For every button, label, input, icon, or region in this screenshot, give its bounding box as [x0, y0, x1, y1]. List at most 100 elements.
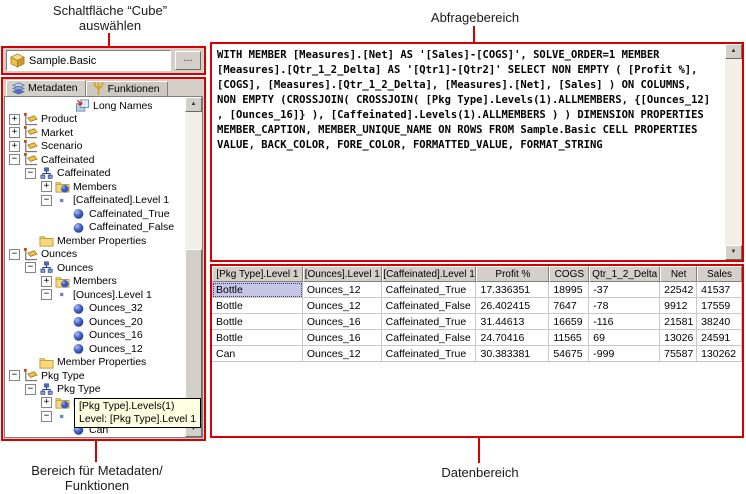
collapse-toggle-icon[interactable]: − — [41, 410, 52, 422]
mdx-query-text[interactable]: WITH MEMBER [Measures].[Net] AS '[Sales]… — [217, 48, 722, 258]
tree-item[interactable]: − Pkg Type — [5, 383, 185, 397]
table-cell[interactable]: 11565 — [549, 330, 590, 346]
table-cell[interactable]: 17.336351 — [476, 282, 550, 298]
tab-metadaten[interactable]: Metadaten — [6, 80, 86, 96]
table-cell[interactable]: 30.383381 — [476, 346, 550, 362]
scroll-down-icon[interactable]: ▼ — [725, 245, 742, 260]
table-cell[interactable]: 69 — [589, 330, 661, 346]
collapse-toggle-icon[interactable]: − — [41, 194, 52, 206]
expand-toggle-icon[interactable]: + — [41, 181, 52, 193]
table-cell[interactable]: 13026 — [660, 330, 698, 346]
table-cell[interactable]: Caffeinated_False — [381, 298, 477, 314]
collapse-toggle-icon[interactable]: − — [25, 262, 36, 274]
table-cell[interactable]: 17559 — [697, 298, 742, 314]
tree-item[interactable]: Ounces_20 — [5, 315, 185, 329]
table-cell[interactable]: 54675 — [549, 346, 590, 362]
tree-item[interactable]: + Market — [5, 126, 185, 140]
table-cell[interactable]: 130262 — [697, 346, 742, 362]
table-cell[interactable]: 41537 — [697, 282, 742, 298]
collapse-toggle-icon[interactable]: − — [41, 289, 52, 301]
table-cell[interactable]: Ounces_12 — [302, 282, 382, 298]
collapse-toggle-icon[interactable]: − — [25, 383, 36, 395]
table-cell[interactable]: Can — [212, 346, 303, 362]
collapse-toggle-icon[interactable]: − — [9, 370, 20, 382]
table-cell[interactable]: Bottle — [212, 282, 303, 298]
table-cell[interactable]: Caffeinated_False — [381, 330, 477, 346]
collapse-toggle-icon[interactable]: − — [9, 248, 20, 260]
table-cell[interactable]: Caffeinated_True — [381, 282, 477, 298]
tree-item[interactable]: Ounces_12 — [5, 342, 185, 356]
tree-item[interactable]: + Members — [5, 180, 185, 194]
table-cell[interactable]: Bottle — [212, 298, 303, 314]
tree-item[interactable]: Long Names — [5, 99, 185, 113]
tree-item-label: Member Properties — [57, 234, 147, 247]
table-cell[interactable]: 26.402415 — [476, 298, 550, 314]
table-cell[interactable]: -78 — [589, 298, 661, 314]
table-cell[interactable]: 24591 — [697, 330, 742, 346]
tree-item[interactable]: Ounces_32 — [5, 302, 185, 316]
tree-item[interactable]: Caffeinated_True — [5, 207, 185, 221]
table-cell[interactable]: -999 — [589, 346, 661, 362]
column-header[interactable]: [Ounces].Level 1 — [302, 266, 382, 282]
table-cell[interactable]: Bottle — [212, 330, 303, 346]
tree-item[interactable]: − Ounces — [5, 247, 185, 262]
table-cell[interactable]: 16659 — [549, 314, 590, 330]
table-cell[interactable]: 38240 — [697, 314, 742, 330]
expand-toggle-icon[interactable]: + — [9, 113, 20, 125]
collapse-toggle-icon[interactable]: − — [9, 154, 20, 166]
cube-browse-button[interactable]: ... — [175, 51, 201, 70]
column-header[interactable]: Net — [660, 266, 698, 282]
tree-item[interactable]: − Caffeinated — [5, 167, 185, 181]
table-cell[interactable]: Ounces_12 — [302, 298, 382, 314]
collapse-toggle-icon[interactable]: − — [25, 167, 36, 179]
table-cell[interactable]: 31.44613 — [476, 314, 550, 330]
table-cell[interactable]: 24.70416 — [476, 330, 550, 346]
table-cell[interactable]: 9912 — [660, 298, 698, 314]
column-header[interactable]: COGS — [549, 266, 590, 282]
expand-toggle-icon[interactable]: + — [9, 140, 20, 152]
tree-item[interactable]: − Ounces — [5, 261, 185, 275]
tree-item[interactable]: Ounces_16 — [5, 329, 185, 343]
tree-item[interactable]: Caffeinated_False — [5, 221, 185, 235]
table-cell[interactable]: Ounces_16 — [302, 314, 382, 330]
table-cell[interactable]: Caffeinated_True — [381, 314, 477, 330]
tab-funktionen[interactable]: Funktionen — [85, 81, 168, 96]
query-scrollbar[interactable]: ▲ ▼ — [725, 44, 742, 260]
tree-item-label: Long Names — [93, 99, 153, 112]
scroll-up-icon[interactable]: ▲ — [725, 44, 742, 59]
tree-item-label: Ounces — [57, 261, 94, 274]
tree-scrollbar[interactable]: ▲ ▼ — [185, 97, 202, 437]
tree-item[interactable]: Member Properties — [5, 356, 185, 370]
scroll-up-icon[interactable]: ▲ — [185, 97, 202, 112]
column-header[interactable]: [Pkg Type].Level 1 — [212, 266, 303, 282]
column-header[interactable]: Profit % — [476, 266, 550, 282]
table-cell[interactable]: Caffeinated_True — [381, 346, 477, 362]
tree-item[interactable]: + Scenario — [5, 139, 185, 154]
table-cell[interactable]: -37 — [589, 282, 661, 298]
tree-item[interactable]: + Product — [5, 112, 185, 127]
tree-item[interactable]: − Pkg Type — [5, 369, 185, 383]
table-cell[interactable]: Ounces_12 — [302, 346, 382, 362]
tree-item-label: Ounces_12 — [89, 342, 143, 355]
tree-item[interactable]: − [Caffeinated].Level 1 — [5, 194, 185, 208]
expand-toggle-icon[interactable]: + — [9, 127, 20, 139]
tree-item[interactable]: − [Ounces].Level 1 — [5, 288, 185, 302]
table-cell[interactable]: 7647 — [549, 298, 590, 314]
table-cell[interactable]: Ounces_16 — [302, 330, 382, 346]
expand-toggle-icon[interactable]: + — [41, 397, 52, 409]
column-header[interactable]: Qtr_1_2_Delta — [589, 266, 661, 282]
tree-item[interactable]: Member Properties — [5, 234, 185, 248]
column-header[interactable]: [Caffeinated].Level 1 — [381, 266, 477, 282]
cube-selector-field[interactable]: Sample.Basic — [6, 50, 171, 71]
table-cell[interactable]: Bottle — [212, 314, 303, 330]
expand-toggle-icon[interactable]: + — [41, 275, 52, 287]
tree-item[interactable]: + Members — [5, 275, 185, 289]
table-cell[interactable]: 18995 — [549, 282, 590, 298]
table-cell[interactable]: 22542 — [660, 282, 698, 298]
table-cell[interactable]: 75587 — [660, 346, 698, 362]
table-cell[interactable]: -116 — [589, 314, 661, 330]
tree-item-label: Pkg Type — [57, 383, 101, 396]
tree-item[interactable]: − Caffeinated — [5, 153, 185, 167]
table-cell[interactable]: 21581 — [660, 314, 698, 330]
column-header[interactable]: Sales — [697, 266, 742, 282]
